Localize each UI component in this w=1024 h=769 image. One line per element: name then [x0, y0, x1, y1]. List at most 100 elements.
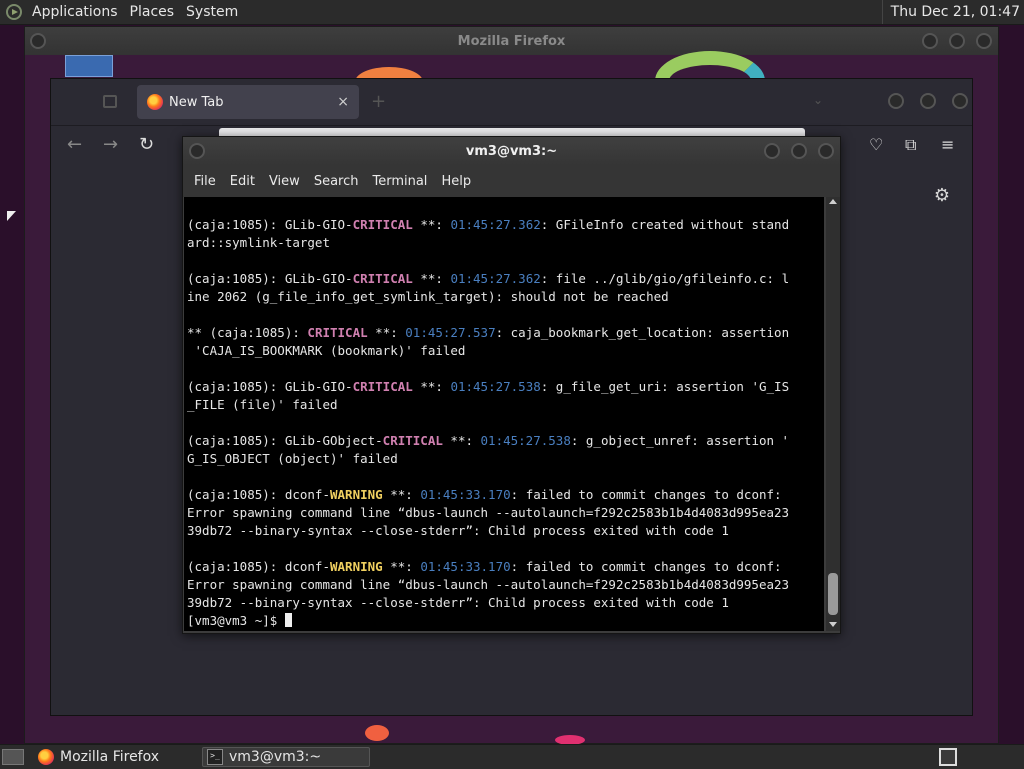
system-menu[interactable]: System — [180, 0, 244, 24]
scroll-down-icon[interactable] — [829, 622, 837, 627]
terminal-scrollbar[interactable] — [826, 197, 840, 631]
taskbar-item-firefox[interactable]: Mozilla Firefox — [34, 747, 194, 767]
menu-search[interactable]: Search — [307, 174, 366, 189]
url-bar[interactable] — [219, 128, 805, 136]
text-cursor — [284, 613, 292, 627]
log-level-warning: WARNING — [330, 559, 383, 574]
log-text: 39db72 --binary-syntax --close-stderr”: … — [187, 595, 729, 610]
pocket-icon[interactable]: ♡ — [869, 135, 883, 154]
terminal-line: ard::symlink-target — [187, 234, 822, 252]
applications-menu[interactable]: Applications — [26, 0, 124, 24]
forward-icon[interactable]: → — [103, 134, 118, 155]
mate-logo-icon[interactable] — [6, 4, 22, 20]
log-text: : file ../glib/gio/gfileinfo.c: l — [540, 271, 790, 286]
log-text: : failed to commit changes to dconf: — [510, 559, 782, 574]
log-level-critical: CRITICAL — [382, 433, 443, 448]
log-timestamp: 01:45:27.538 — [450, 379, 541, 394]
log-text: _FILE (file)' failed — [187, 397, 338, 412]
log-timestamp: 01:45:27.537 — [405, 325, 496, 340]
list-all-tabs-button[interactable]: ⌄ — [813, 93, 823, 107]
terminal-window-menu-button[interactable] — [189, 143, 205, 159]
terminal-icon: >_ — [207, 749, 223, 765]
reload-icon[interactable]: ↻ — [139, 134, 154, 155]
terminal-menubar: File Edit View Search Terminal Help — [183, 165, 840, 197]
workspace-switcher[interactable] — [939, 748, 957, 766]
log-text: **: — [412, 379, 451, 394]
new-tab-button[interactable]: + — [371, 91, 386, 112]
terminal-line: (caja:1085): GLib-GObject-CRITICAL **: 0… — [187, 432, 822, 450]
terminal-minimize-button[interactable] — [764, 143, 780, 159]
log-text: 'CAJA_IS_BOOKMARK (bookmark)' failed — [187, 343, 466, 358]
firefox-close-button[interactable] — [952, 93, 968, 109]
firefox-minimize-button[interactable] — [888, 93, 904, 109]
show-desktop-icon[interactable] — [2, 749, 24, 765]
menu-help[interactable]: Help — [434, 174, 478, 189]
minimize-button[interactable] — [922, 33, 938, 49]
terminal-line: (caja:1085): GLib-GIO-CRITICAL **: 01:45… — [187, 378, 822, 396]
terminal-titlebar[interactable]: vm3@vm3:~ — [183, 137, 840, 165]
terminal-line: Error spawning command line “dbus-launch… — [187, 576, 822, 594]
log-text: 39db72 --binary-syntax --close-stderr”: … — [187, 523, 729, 538]
log-text: **: — [412, 217, 451, 232]
log-level-warning: WARNING — [330, 487, 383, 502]
clock[interactable]: Thu Dec 21, 01:47 — [881, 0, 1020, 24]
terminal-prompt-line: [vm3@vm3 ~]$ — [187, 612, 822, 630]
menu-edit[interactable]: Edit — [223, 174, 262, 189]
terminal-line: G_IS_OBJECT (object)' failed — [187, 450, 822, 468]
terminal-line: 39db72 --binary-syntax --close-stderr”: … — [187, 594, 822, 612]
scrollbar-thumb[interactable] — [828, 573, 838, 615]
log-text: **: — [382, 559, 421, 574]
log-text: Error spawning command line “dbus-launch… — [187, 577, 790, 592]
window-menu-button[interactable] — [30, 33, 46, 49]
menu-view[interactable]: View — [262, 174, 307, 189]
terminal-line: 'CAJA_IS_BOOKMARK (bookmark)' failed — [187, 342, 822, 360]
outer-window-titlebar[interactable]: Mozilla Firefox — [25, 27, 998, 55]
menu-terminal[interactable]: Terminal — [365, 174, 434, 189]
log-text: (caja:1085): dconf- — [187, 487, 330, 502]
log-text: Error spawning command line “dbus-launch… — [187, 505, 790, 520]
log-text: ine 2062 (g_file_info_get_symlink_target… — [187, 289, 669, 304]
terminal-maximize-button[interactable] — [791, 143, 807, 159]
log-level-critical: CRITICAL — [352, 379, 413, 394]
desktop-thumbnail-icon — [65, 55, 113, 77]
log-timestamp: 01:45:27.362 — [450, 271, 541, 286]
close-button[interactable] — [976, 33, 992, 49]
terminal-line: (caja:1085): GLib-GIO-CRITICAL **: 01:45… — [187, 216, 822, 234]
taskbar-item-terminal[interactable]: >_ vm3@vm3:~ — [202, 747, 370, 767]
log-text: (caja:1085): GLib-GIO- — [187, 379, 353, 394]
back-icon[interactable]: ← — [67, 134, 82, 155]
log-timestamp: 01:45:33.170 — [420, 559, 511, 574]
menu-file[interactable]: File — [187, 174, 223, 189]
log-timestamp: 01:45:33.170 — [420, 487, 511, 502]
firefox-icon — [147, 94, 163, 110]
log-text: : g_object_unref: assertion ' — [570, 433, 790, 448]
settings-gear-icon[interactable]: ⚙ — [934, 185, 950, 206]
terminal-line: ** (caja:1085): CRITICAL **: 01:45:27.53… — [187, 324, 822, 342]
log-text: **: — [442, 433, 481, 448]
terminal-line: (caja:1085): dconf-WARNING **: 01:45:33.… — [187, 558, 822, 576]
terminal-close-button[interactable] — [818, 143, 834, 159]
firefox-maximize-button[interactable] — [920, 93, 936, 109]
extensions-icon[interactable]: ⧉ — [905, 135, 916, 155]
log-level-critical: CRITICAL — [352, 217, 413, 232]
scroll-up-icon[interactable] — [829, 199, 837, 204]
terminal-screen[interactable]: (caja:1085): GLib-GIO-CRITICAL **: 01:45… — [184, 197, 824, 631]
maximize-button[interactable] — [949, 33, 965, 49]
log-text: : g_file_get_uri: assertion 'G_IS — [540, 379, 790, 394]
log-text: **: — [367, 325, 406, 340]
tab-new-tab[interactable]: New Tab × — [137, 85, 359, 119]
log-text: : GFileInfo created without stand — [540, 217, 790, 232]
terminal-line: ine 2062 (g_file_info_get_symlink_target… — [187, 288, 822, 306]
tab-label: New Tab — [169, 94, 224, 110]
hamburger-menu-icon[interactable]: ≡ — [941, 135, 954, 154]
firefox-view-icon[interactable] — [103, 95, 117, 108]
log-text: ** (caja:1085): — [187, 325, 308, 340]
tab-close-icon[interactable]: × — [337, 94, 349, 110]
log-text: (caja:1085): GLib-GIO- — [187, 271, 353, 286]
log-text: **: — [412, 271, 451, 286]
places-menu[interactable]: Places — [124, 0, 181, 24]
log-text: : failed to commit changes to dconf: — [510, 487, 782, 502]
